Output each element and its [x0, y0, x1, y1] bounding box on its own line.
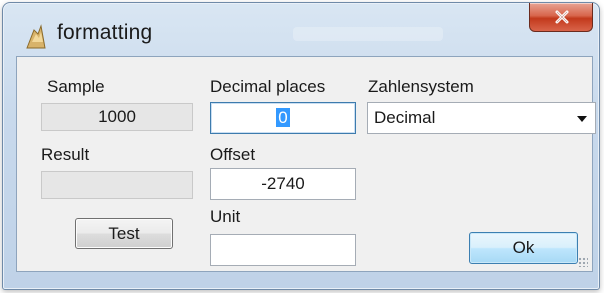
close-button[interactable]: [529, 3, 593, 32]
unit-label: Unit: [210, 207, 241, 226]
offset-label: Offset: [210, 145, 256, 164]
decimal-places-value: 0: [276, 108, 290, 127]
test-button[interactable]: Test: [75, 218, 173, 249]
sample-value: 1000: [41, 103, 193, 131]
chevron-down-icon[interactable]: [577, 116, 587, 122]
ok-button[interactable]: Ok: [469, 232, 578, 264]
unit-input[interactable]: [210, 234, 356, 266]
number-system-select[interactable]: Decimal: [367, 102, 596, 134]
sample-label: Sample: [47, 77, 105, 96]
resize-grip-icon[interactable]: [578, 257, 588, 267]
close-icon: [555, 10, 569, 24]
app-icon: [26, 24, 46, 49]
window-title: formatting: [57, 21, 153, 44]
dialog-content: Sample 1000 Result Test Decimal places 0…: [16, 56, 596, 272]
decimal-places-input[interactable]: 0: [210, 102, 356, 134]
title-bar-reflection: [293, 27, 443, 41]
decimal-places-label: Decimal places: [210, 77, 326, 96]
offset-input[interactable]: -2740: [210, 168, 356, 200]
number-system-selected: Decimal: [374, 108, 436, 127]
title-bar[interactable]: formatting: [3, 3, 599, 55]
result-value: [41, 171, 193, 199]
result-label: Result: [41, 145, 90, 164]
number-system-label: Zahlensystem: [368, 77, 474, 96]
